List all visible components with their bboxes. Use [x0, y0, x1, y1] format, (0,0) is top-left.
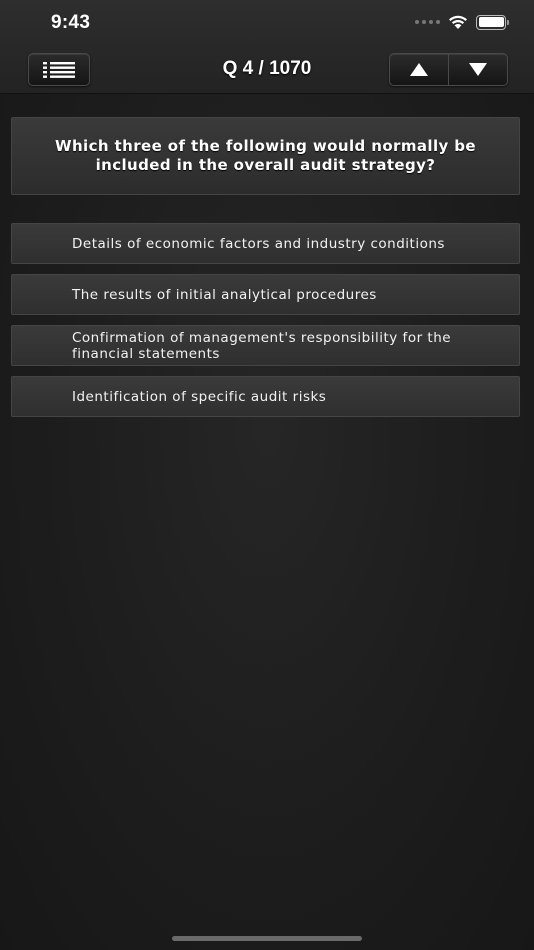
- quiz-screen: 9:43 Q 4 / 1070 Which three of the follo…: [0, 0, 534, 950]
- answer-text: Details of economic factors and industry…: [72, 235, 445, 252]
- answer-option-1[interactable]: Details of economic factors and industry…: [11, 223, 520, 264]
- top-bar: 9:43 Q 4 / 1070: [0, 0, 534, 94]
- status-icons: [415, 14, 509, 30]
- question-card: Which three of the following would norma…: [11, 117, 520, 195]
- answer-text: Identification of specific audit risks: [72, 388, 327, 405]
- answer-option-2[interactable]: The results of initial analytical proced…: [11, 274, 520, 315]
- wifi-icon: [449, 15, 467, 29]
- home-indicator[interactable]: [172, 936, 362, 941]
- answer-option-3[interactable]: Confirmation of management's responsibil…: [11, 325, 520, 366]
- answer-text: The results of initial analytical proced…: [72, 286, 377, 303]
- previous-question-button[interactable]: [390, 54, 448, 85]
- menu-button[interactable]: [28, 53, 90, 86]
- answer-option-4[interactable]: Identification of specific audit risks: [11, 376, 520, 417]
- triangle-up-icon: [410, 63, 428, 76]
- question-counter: Q 4 / 1070: [222, 58, 312, 79]
- next-question-button[interactable]: [448, 54, 507, 85]
- question-text: Which three of the following would norma…: [55, 137, 476, 174]
- battery-icon: [476, 14, 509, 30]
- triangle-down-icon: [469, 63, 487, 76]
- signal-icon: [415, 20, 440, 24]
- question-nav: [389, 53, 508, 86]
- list-icon: [43, 61, 75, 78]
- status-time: 9:43: [51, 12, 91, 33]
- answer-text: Confirmation of management's responsibil…: [72, 329, 452, 362]
